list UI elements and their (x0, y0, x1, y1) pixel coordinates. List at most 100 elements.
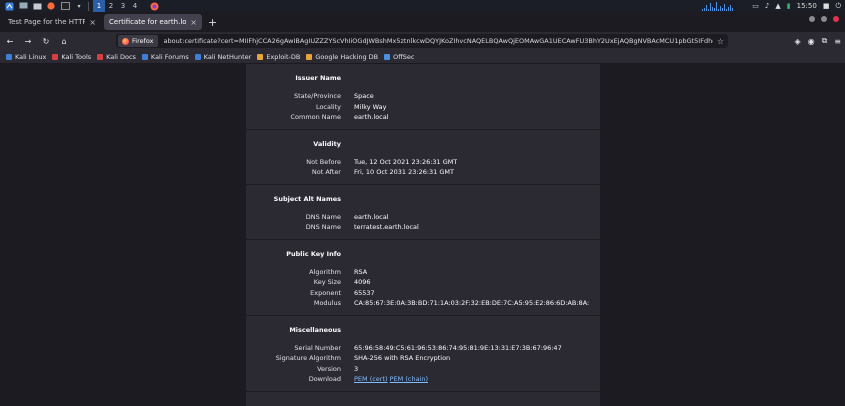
info-row: State/Province Space (246, 91, 600, 102)
row-label: Version (317, 364, 341, 373)
section-issuer-name: Issuer Name State/Province Space Locality… (246, 64, 600, 130)
bookmark-label: Exploit-DB (266, 52, 301, 61)
battery-icon[interactable]: ▮ (787, 2, 791, 10)
bookmark-star-icon[interactable]: ☆ (717, 37, 724, 46)
row-value: Milky Way (354, 102, 387, 111)
info-row: Modulus CA:85:67:3E:0A:3B:BD:71:1A:03:2F:… (246, 298, 600, 309)
bookmark-kali-tools[interactable]: Kali Tools (52, 53, 91, 61)
row-label: Exponent (310, 288, 341, 297)
row-value: Fri, 10 Oct 2031 23:26:31 GMT (354, 168, 455, 177)
row-value: 4096 (354, 278, 371, 287)
nethunter-icon (194, 53, 201, 60)
section-title: Issuer Name (295, 74, 341, 82)
new-tab-button[interactable]: + (208, 16, 217, 29)
tab-certificate[interactable]: Certificate for earth.local × (104, 14, 202, 30)
row-value: terratest.earth.local (354, 223, 419, 232)
kali-icon (6, 53, 12, 60)
certificate-card: Issuer Name State/Province Space Locality… (246, 64, 600, 406)
tab-test-page[interactable]: Test Page for the HTTP Serve × (3, 14, 101, 30)
identity-box[interactable]: Firefox (118, 35, 158, 47)
info-row: Version 3 (246, 364, 600, 375)
bookmark-label: Kali Docs (106, 52, 136, 61)
menu-icon[interactable]: ≡ (834, 37, 841, 46)
reload-button[interactable]: ↻ (38, 33, 54, 49)
row-label: Algorithm (309, 267, 341, 276)
bookmark-kali-nethunter[interactable]: Kali NetHunter (194, 52, 252, 61)
kali-tools-icon (52, 53, 59, 60)
panel-separator (88, 1, 89, 11)
bookmark-label: Kali Forums (150, 52, 189, 61)
section-title: Subject Alt Names (273, 194, 341, 203)
row-value: Tue, 12 Oct 2021 23:26:31 GMT (354, 157, 458, 166)
bookmark-label: Kali Tools (61, 52, 92, 61)
bookmarks-toolbar: Kali Linux Kali Tools Kali Docs Kali For… (0, 50, 845, 64)
lock-icon[interactable]: ■ (823, 2, 830, 10)
forward-button[interactable]: → (20, 33, 36, 49)
row-label: Key Size (313, 278, 341, 287)
home-button[interactable]: ⌂ (56, 33, 72, 49)
terminal-icon[interactable] (60, 2, 70, 11)
offsec-icon (384, 53, 391, 60)
row-label: Not After (311, 168, 341, 177)
close-icon[interactable]: × (89, 18, 96, 27)
row-value: RSA (354, 267, 368, 276)
power-icon[interactable]: ⏻ (835, 2, 841, 11)
desktop-icon[interactable] (18, 2, 28, 11)
workspace-3[interactable]: 3 (117, 0, 129, 12)
minimize-button[interactable] (809, 16, 815, 22)
bell-icon[interactable]: ♪ (765, 2, 769, 10)
close-window-button[interactable] (833, 16, 839, 22)
bookmark-label: Kali NetHunter (203, 52, 252, 61)
pocket-icon[interactable]: ◈ (794, 37, 800, 46)
back-button[interactable]: ← (2, 33, 18, 49)
section-title: Miscellaneous (289, 325, 341, 334)
desktop-panel: ▾ 1 2 3 4 ▭ ♪ ▲ ▮ 15:50 ■ ⏻ (0, 0, 845, 12)
identity-label: Firefox (132, 37, 154, 45)
info-row: Not Before Tue, 12 Oct 2021 23:26:31 GMT (246, 157, 600, 168)
notification-icon[interactable]: ▲ (775, 2, 780, 10)
bookmark-label: Kali Linux (15, 52, 47, 61)
workspace-4[interactable]: 4 (129, 0, 141, 12)
row-value: CA:85:67:3E:0A:3B:BD:71:1A:03:2F:32:EB:D… (354, 299, 589, 308)
navigation-toolbar: ← → ↻ ⌂ Firefox about:certificate?cert=M… (0, 32, 845, 50)
extensions-icon[interactable]: ⧉ (822, 36, 828, 46)
row-value: earth.local (354, 212, 389, 221)
kali-menu-icon[interactable] (4, 2, 14, 11)
bookmark-label: Google Hacking DB (315, 52, 379, 61)
row-label: Common Name (290, 113, 341, 122)
url-bar[interactable]: Firefox about:certificate?cert=MIIFhjCCA… (116, 34, 728, 48)
row-label: Locality (315, 102, 341, 111)
file-manager-icon[interactable] (32, 2, 42, 11)
info-row: Not After Fri, 10 Oct 2031 23:26:31 GMT (246, 167, 600, 178)
bookmark-exploit-db[interactable]: Exploit-DB (257, 53, 300, 61)
account-icon[interactable]: ◉ (808, 37, 815, 46)
info-row: Algorithm RSA (246, 267, 600, 278)
bookmark-kali-linux[interactable]: Kali Linux (6, 53, 46, 61)
maximize-button[interactable] (821, 16, 827, 22)
bookmark-google-hacking-db[interactable]: Google Hacking DB (306, 53, 378, 61)
row-value: Space (354, 92, 374, 101)
row-value: 3 (354, 364, 359, 373)
bookmark-kali-docs[interactable]: Kali Docs (97, 53, 136, 61)
row-value: SHA-256 with RSA Encryption (354, 354, 451, 363)
row-label: Not Before (306, 157, 341, 166)
bookmark-kali-forums[interactable]: Kali Forums (141, 52, 189, 61)
info-row: DNS Name terratest.earth.local (246, 222, 600, 233)
exploit-db-icon (257, 53, 264, 60)
clock[interactable]: 15:50 (797, 2, 817, 10)
url-text[interactable]: about:certificate?cert=MIIFhjCCA26gAwIBA… (164, 37, 713, 45)
screen-icon[interactable]: ▭ (752, 2, 759, 10)
workspace-1[interactable]: 1 (93, 0, 105, 12)
workspace-2[interactable]: 2 (105, 0, 117, 12)
cpu-graph-icon (702, 1, 746, 11)
row-label: Serial Number (294, 343, 341, 352)
section-validity: Validity Not Before Tue, 12 Oct 2021 23:2… (246, 130, 600, 185)
pem-chain-link[interactable]: PEM (chain) (390, 375, 428, 383)
pem-cert-link[interactable]: PEM (cert) (354, 375, 388, 383)
close-icon[interactable]: × (190, 18, 197, 27)
active-window-icon[interactable] (149, 2, 159, 11)
chevron-down-icon[interactable]: ▾ (74, 2, 84, 11)
row-value: 65537 (354, 288, 375, 297)
bookmark-offsec[interactable]: OffSec (384, 53, 414, 61)
firefox-launcher-icon[interactable] (46, 2, 56, 11)
